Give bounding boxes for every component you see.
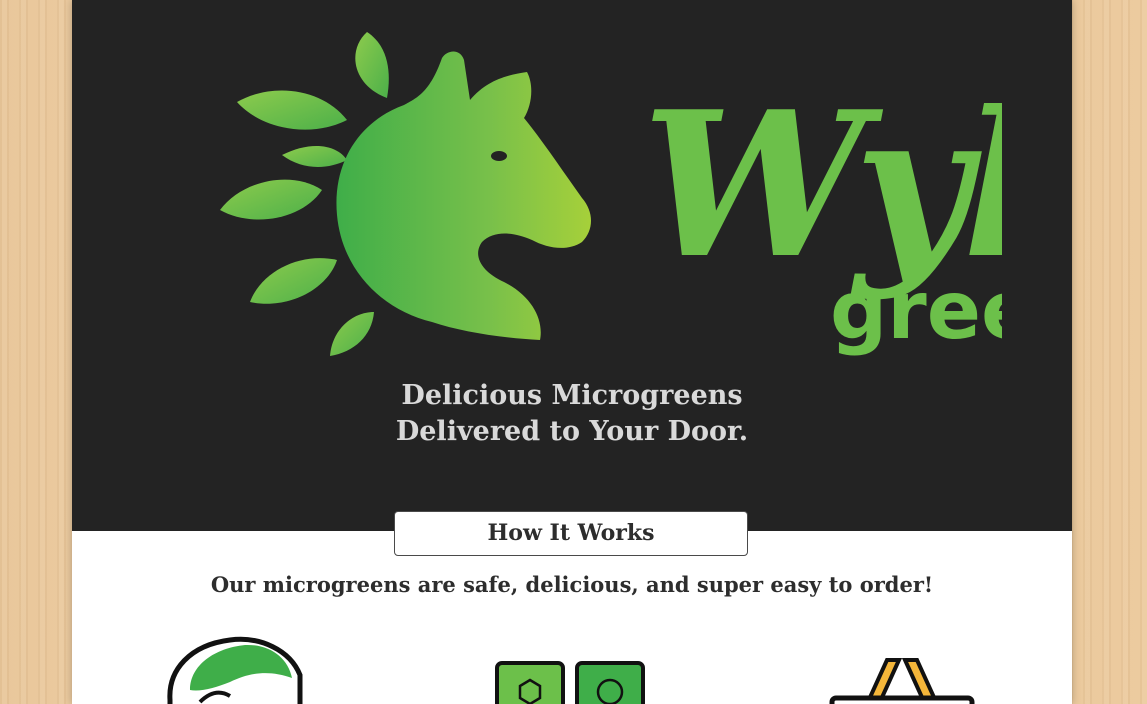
microgreens-leaf-icon <box>167 636 303 704</box>
how-it-works-button[interactable]: How It Works <box>394 511 748 556</box>
how-it-works-intro: Our microgreens are safe, delicious, and… <box>210 572 934 597</box>
tagline-line-2: Delivered to Your Door. <box>395 416 749 447</box>
wyld-greens-logo: Wyld greens <box>220 32 1002 357</box>
wordmark-greens: greens <box>830 264 1002 357</box>
hero-section: Wyld greens Delicious Microgreens Delive… <box>72 0 1072 531</box>
tagline-line-1: Delicious Microgreens <box>401 380 743 411</box>
hero-tagline: Delicious Microgreens Delivered to Your … <box>72 378 1072 450</box>
horse-head-icon <box>336 51 591 340</box>
page-container: Wyld greens Delicious Microgreens Delive… <box>72 0 1072 704</box>
horse-eye-icon <box>491 151 507 161</box>
delivery-boxes-icon <box>495 661 645 704</box>
basket-icon <box>829 658 975 704</box>
